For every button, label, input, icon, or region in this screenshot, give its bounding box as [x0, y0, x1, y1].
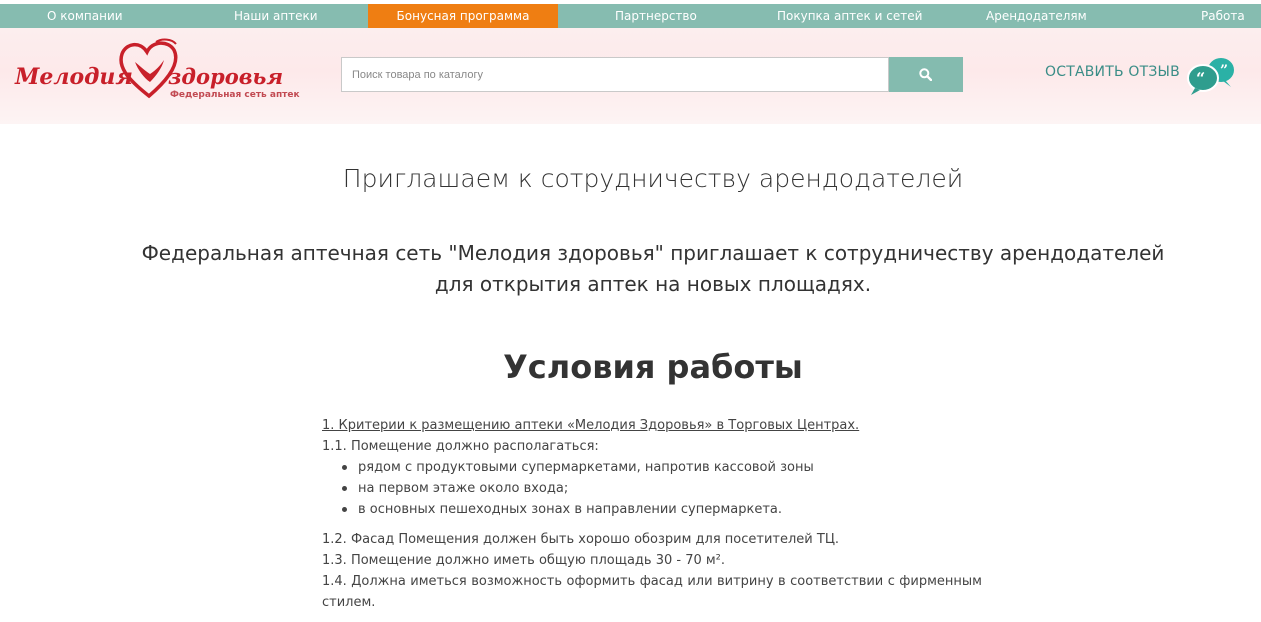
location-bullets: рядом с продуктовыми супермаркетами, нап…	[322, 457, 982, 520]
intro-line-1: Федеральная аптечная сеть "Мелодия здоро…	[141, 241, 1165, 265]
nav-item-partnership[interactable]: Партнерство	[615, 4, 697, 28]
list-item: рядом с продуктовыми супермаркетами, нап…	[340, 457, 982, 478]
site-logo[interactable]: Мелодия здоровья Федеральная сеть аптек	[12, 34, 300, 114]
speech-bubbles-icon: “ ”	[1187, 58, 1234, 95]
page-title: Приглашаем к сотрудничеству арендодателе…	[342, 164, 964, 193]
section-title: Условия работы	[503, 348, 803, 386]
logo-subtitle: Федеральная сеть аптек	[170, 90, 300, 100]
nav-item-pharmacies[interactable]: Наши аптеки	[234, 4, 318, 28]
intro-paragraph: Федеральная аптечная сеть "Мелодия здоро…	[0, 238, 1261, 300]
paragraph-1-1: 1.1. Помещение должно располагаться:	[322, 439, 599, 454]
nav-item-about[interactable]: О компании	[47, 4, 123, 28]
nav-item-landlords[interactable]: Арендодателям	[986, 4, 1087, 28]
svg-text:”: ”	[1220, 63, 1228, 79]
paragraph-1-2: 1.2. Фасад Помещения должен быть хорошо …	[322, 532, 840, 547]
logo-word-zdorovya: здоровья	[168, 64, 284, 89]
list-item: в основных пешеходных зонах в направлени…	[340, 499, 982, 520]
site-header: Мелодия здоровья Федеральная сеть аптек …	[0, 28, 1261, 124]
nav-item-bonus-program[interactable]: Бонусная программа	[368, 4, 558, 28]
nav-item-jobs[interactable]: Работа	[1201, 4, 1245, 28]
search-icon	[919, 68, 932, 81]
svg-text:“: “	[1196, 69, 1205, 88]
intro-line-2: для открытия аптек на новых площадях.	[434, 272, 872, 296]
paragraph-1-4: 1.4. Должна иметься возможность оформить…	[322, 574, 982, 610]
list-item: на первом этаже около входа;	[340, 478, 982, 499]
feedback-label: ОСТАВИТЬ ОТЗЫВ	[1045, 64, 1180, 80]
top-navigation: О компании Наши аптеки Бонусная программ…	[0, 4, 1261, 28]
criteria-heading: 1. Критерии к размещению аптеки «Мелодия…	[322, 418, 860, 433]
search-input[interactable]	[341, 57, 889, 92]
search-button[interactable]	[889, 57, 963, 92]
nav-item-buying-pharmacies[interactable]: Покупка аптек и сетей	[777, 4, 922, 28]
logo-word-melodiya: Мелодия	[15, 64, 133, 90]
paragraph-1-3: 1.3. Помещение должно иметь общую площад…	[322, 553, 726, 568]
conditions-content: 1. Критерии к размещению аптеки «Мелодия…	[322, 416, 982, 613]
